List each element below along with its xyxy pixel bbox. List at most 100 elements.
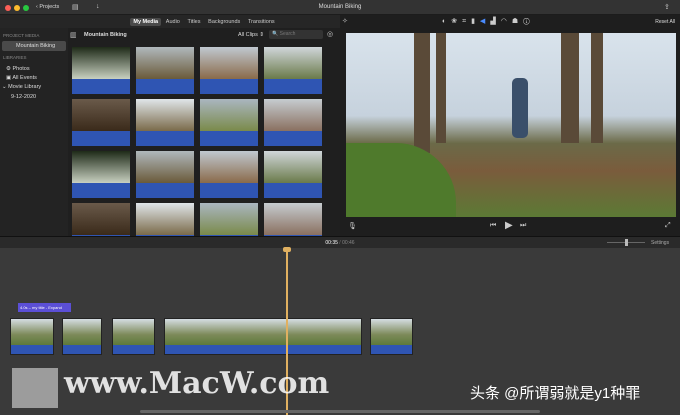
volume-icon[interactable]: ◀ <box>480 18 490 25</box>
watermark-logo <box>12 368 58 408</box>
audio-waveform <box>264 79 322 94</box>
sidebar-item-event-date[interactable]: 9-12-2020 <box>11 94 36 100</box>
total-time: 00:46 <box>342 240 355 246</box>
microphone-icon[interactable]: 🎙 <box>348 222 357 230</box>
clip-frame <box>136 203 194 235</box>
timeline-clip[interactable] <box>62 318 102 355</box>
clip-frame <box>200 151 258 183</box>
timecode: 00:35 / 00:46 <box>325 240 355 246</box>
timeline-clip[interactable] <box>370 318 413 355</box>
clip-frame <box>371 319 412 345</box>
all-events-label: All Events <box>12 75 37 81</box>
tab-transitions[interactable]: Transitions <box>245 18 278 26</box>
audio-waveform <box>113 345 154 354</box>
audio-waveform <box>264 183 322 198</box>
playhead-handle[interactable] <box>283 247 291 252</box>
window-title: Mountain Biking <box>318 4 362 10</box>
watermark-site: www.MacW.com <box>64 366 330 401</box>
media-clip-thumbnail[interactable] <box>136 47 194 94</box>
clip-frame <box>200 47 258 79</box>
media-clip-thumbnail[interactable] <box>136 99 194 146</box>
media-clip-thumbnail[interactable] <box>72 47 130 94</box>
audio-waveform <box>200 183 258 198</box>
clip-frame <box>264 47 322 79</box>
audio-waveform <box>200 131 258 146</box>
fullscreen-icon[interactable]: ⤢ <box>665 222 671 230</box>
clip-frame <box>264 151 322 183</box>
noise-icon[interactable]: ☗ <box>512 18 523 25</box>
equalizer-icon[interactable]: ▟ <box>490 18 500 25</box>
media-clip-thumbnail[interactable] <box>200 99 258 146</box>
tab-my-media[interactable]: My Media <box>130 18 162 26</box>
media-browser: ▥ Mountain Biking All Clips ⇕ 🔍 Search ◎ <box>68 28 340 250</box>
audio-waveform <box>264 131 322 146</box>
zoom-slider[interactable] <box>607 239 645 246</box>
search-placeholder: Search <box>279 31 296 37</box>
color-correction-icon[interactable]: ❀ <box>451 18 462 25</box>
audio-waveform <box>371 345 412 354</box>
tab-audio[interactable]: Audio <box>163 18 183 26</box>
sidebar: PROJECT MEDIA Mountain Biking LIBRARIES … <box>0 28 68 236</box>
skip-back-icon[interactable]: ⏮ <box>490 222 496 230</box>
photos-label: Photos <box>12 66 30 72</box>
tab-titles[interactable]: Titles <box>185 18 204 26</box>
share-icon[interactable]: ⇪ <box>664 3 670 11</box>
media-clip-thumbnail[interactable] <box>200 47 258 94</box>
zoom-slider-handle[interactable] <box>625 239 628 246</box>
clip-frame <box>200 99 258 131</box>
media-clip-thumbnail[interactable] <box>72 151 130 198</box>
media-clip-thumbnail[interactable] <box>72 99 130 146</box>
browser-title: Mountain Biking <box>84 32 127 38</box>
clip-frame <box>72 99 130 131</box>
media-clip-thumbnail[interactable] <box>264 151 322 198</box>
watermark-credit: 头条 @所谓弱就是y1种罪 <box>470 385 641 402</box>
audio-waveform <box>136 183 194 198</box>
settings-button[interactable]: Settings <box>651 240 669 246</box>
media-clip-thumbnail[interactable] <box>264 47 322 94</box>
clip-frame <box>165 319 361 345</box>
tree <box>591 33 603 143</box>
timeline-clip[interactable] <box>164 318 362 355</box>
stabilization-icon[interactable]: ▮ <box>471 18 480 25</box>
sidebar-toggle-icon[interactable]: ▥ <box>70 31 77 39</box>
sidebar-item-movie-library[interactable]: ⌄ Movie Library <box>2 84 41 90</box>
audio-waveform <box>136 131 194 146</box>
tree <box>561 33 579 143</box>
timeline-clip[interactable] <box>112 318 155 355</box>
grass <box>346 143 456 217</box>
audio-waveform <box>63 345 101 354</box>
reset-all-button[interactable]: Reset All <box>655 19 675 25</box>
clip-frame <box>200 203 258 235</box>
clip-frame <box>11 319 53 345</box>
audio-waveform <box>72 131 130 146</box>
info-icon[interactable]: ⓘ <box>523 18 535 25</box>
clip-frame <box>72 151 130 183</box>
audio-waveform <box>72 183 130 198</box>
sidebar-item-mountain-biking[interactable]: Mountain Biking <box>2 41 66 51</box>
sidebar-item-photos[interactable]: ⚙ Photos <box>6 66 30 72</box>
crop-icon[interactable]: ⌗ <box>462 18 471 25</box>
settings-icon[interactable]: ◎ <box>327 30 333 38</box>
skip-forward-icon[interactable]: ⏭ <box>520 222 526 230</box>
clip-frame <box>72 203 130 235</box>
tab-backgrounds[interactable]: Backgrounds <box>205 18 243 26</box>
search-input[interactable]: 🔍 Search <box>269 30 323 39</box>
magic-wand-icon[interactable]: ✧ <box>342 17 348 25</box>
timeline-clip[interactable] <box>10 318 54 355</box>
all-clips-dropdown[interactable]: All Clips ⇕ <box>238 32 264 38</box>
sidebar-top <box>0 15 68 28</box>
speed-icon[interactable]: ◠ <box>501 18 512 25</box>
sidebar-item-all-events[interactable]: ▣ All Events <box>6 75 37 81</box>
color-balance-icon[interactable]: ◐ <box>442 18 451 25</box>
media-clip-thumbnail[interactable] <box>200 151 258 198</box>
browser-tabs: My Media Audio Titles Backgrounds Transi… <box>68 15 340 28</box>
clip-frame <box>264 99 322 131</box>
play-icon[interactable]: ▶ <box>505 220 513 231</box>
horizontal-scrollbar[interactable] <box>140 410 540 413</box>
title-clip[interactable]: 4.0s – my title - Expand <box>18 303 71 312</box>
movie-library-label: Movie Library <box>8 84 42 90</box>
media-clip-thumbnail[interactable] <box>136 151 194 198</box>
clip-frame <box>136 151 194 183</box>
media-clip-thumbnail[interactable] <box>264 99 322 146</box>
toolbar: ‹ Projects ▤ ↓ Mountain Biking ⇪ <box>0 0 680 15</box>
